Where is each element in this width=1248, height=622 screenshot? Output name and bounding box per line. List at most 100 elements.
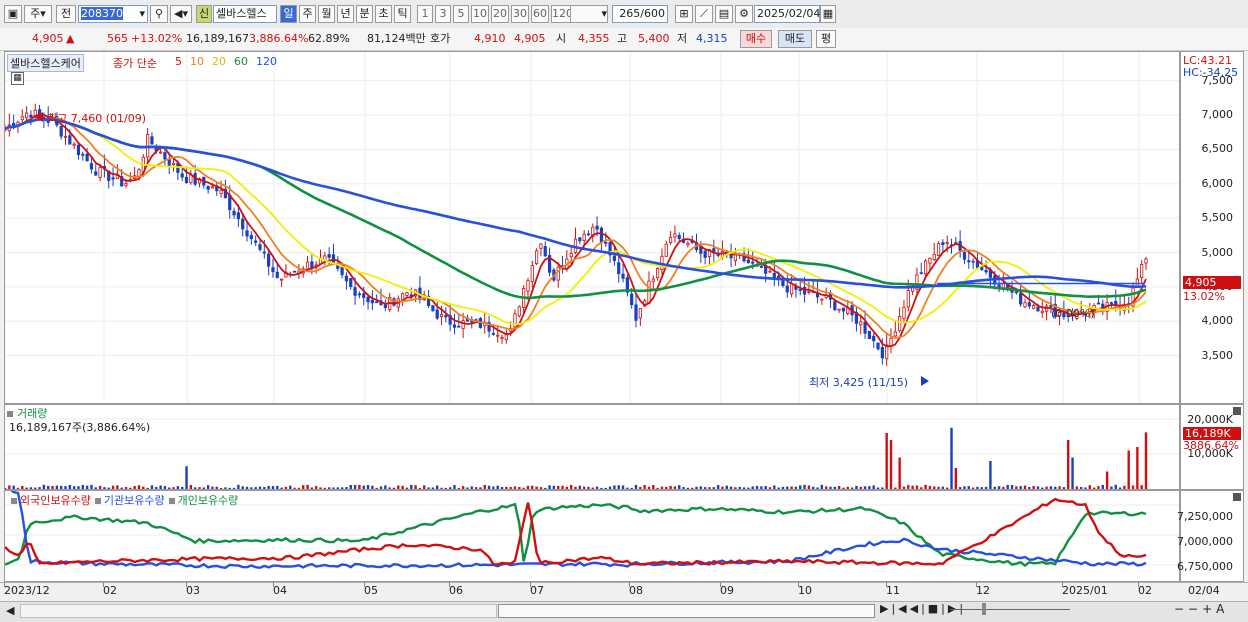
candle-body [686,243,690,246]
sell-button[interactable]: 매도 [778,30,812,48]
volume-y-axis: 20,000K 10,000K 16,189K 3886.64% [1180,404,1244,490]
volume-bar [276,485,279,489]
draw-tool-icon[interactable]: ⟋ [695,5,713,23]
zoom-controls[interactable]: −−+A [1174,602,1228,616]
x-axis-label-1: 02 [103,584,117,597]
candle-body [677,235,681,240]
volume-bar [479,487,482,489]
compare-icon[interactable]: ⊞ [675,5,693,23]
candle-body [76,144,81,156]
volume-bar [1023,485,1027,489]
interval-button-60[interactable]: 60 [531,5,549,23]
candle-body [167,158,171,166]
date-field[interactable]: 2025/02/04 [754,5,820,23]
candle-body [634,304,638,321]
period-tab-6[interactable]: 틱 [394,5,411,23]
candle-body [89,163,94,170]
candle-body [267,253,271,267]
volume-bar [418,487,422,489]
count-field[interactable]: 265/600 [612,5,668,23]
scroll-left-icon[interactable]: ◀ [6,604,14,617]
candle-body [859,321,863,326]
window-menu-icon[interactable]: ▣ [4,5,22,23]
holding-tick-7000000: 7,000,000 [1177,535,1233,548]
holding-y-axis: 7,250,000 7,000,000 6,750,000 [1177,490,1244,582]
candle-body [785,285,789,293]
volume-bar [306,484,309,489]
volume-bar [1140,485,1143,489]
market-select[interactable]: 주▾ [24,5,52,23]
interval-button-5[interactable]: 5 [453,5,469,23]
candle-body [245,230,249,237]
calendar-icon[interactable]: ▦ [820,5,836,23]
volume-bar [755,485,759,489]
interval-button-30[interactable]: 30 [511,5,529,23]
gear-icon[interactable]: ⚙ [735,5,753,23]
stock-code-input[interactable]: 208370 ▾ [78,5,148,23]
volume-bar [150,485,154,489]
buy-button[interactable]: 매수 [740,30,772,48]
period-tab-3[interactable]: 년 [337,5,354,23]
eval-button[interactable]: 평 [816,30,836,48]
grid-icon[interactable]: ▦ [11,72,24,85]
chevron-down-icon[interactable]: ▾ [139,6,145,22]
period-tab-5[interactable]: 초 [375,5,392,23]
volume-bar [16,487,20,489]
zoom-slider-thumb[interactable] [982,603,986,615]
candle-body [936,243,941,256]
volume-bar [206,485,210,489]
volume-bar [984,486,988,489]
save-icon[interactable]: ▤ [715,5,733,23]
candle-body [241,218,245,230]
interval-button-1[interactable]: 1 [417,5,433,23]
candle-body [789,283,794,295]
candle-body [271,267,275,273]
period-tab-2[interactable]: 월 [318,5,335,23]
candle-body [638,308,642,319]
period-tab-1[interactable]: 주 [299,5,316,23]
period-tab-0[interactable]: 일 [280,5,297,23]
volume-chart-pane[interactable]: 거래량 16,189,167주(3,886.64%) [4,404,1180,490]
candle-body [461,320,465,329]
hline-label: (0.00%) [1051,307,1095,320]
holding-chart-pane[interactable]: 외국인보유수량 기관보유수량 개인보유수량 [4,490,1180,582]
interval-custom-select[interactable]: ▾ [570,5,608,23]
x-axis-label-8: 09 [720,584,734,597]
volume-bar [1049,486,1053,489]
interval-button-3[interactable]: 3 [435,5,451,23]
search-icon[interactable]: ⚲ [150,5,168,23]
candle-body [457,325,461,328]
volume-bar [362,485,365,489]
pane-close-icon[interactable] [1233,407,1241,415]
stock-title-tag[interactable]: 셀바스헬스케어 [7,54,84,72]
volume-bar [81,485,84,489]
volume-bar [980,487,983,489]
scroll-track-left[interactable] [20,604,497,618]
price-tick-7500: 7,500 [1201,73,1234,87]
candle-body [1036,306,1040,312]
volume-bar [457,487,461,489]
volume-bar [578,485,582,489]
interval-button-10[interactable]: 10 [471,5,489,23]
zoom-slider-track[interactable] [950,609,1070,610]
period-tab-4[interactable]: 분 [356,5,373,23]
candle-body [280,278,284,281]
volume-bar [509,487,512,489]
candle-body [435,309,439,319]
low-value: 4,315 [696,32,728,45]
price-chart-pane[interactable]: 셀바스헬스케어 종가 단순 5 10 20 60 120 ▦ 최고 7,460 (01/… [4,51,1180,404]
volume-bar [889,440,893,489]
volume-bar [790,486,793,489]
volume-bar [902,486,906,489]
prev-button[interactable]: 전 [56,5,76,23]
speaker-icon[interactable]: ◀▾ [170,5,192,23]
candle-body [928,257,932,264]
interval-button-20[interactable]: 20 [491,5,509,23]
scroll-thumb[interactable] [498,604,875,618]
volume-bar [124,487,128,489]
pane-close-icon[interactable] [1233,493,1241,501]
stock-name-field[interactable]: 셀바스헬스 [213,5,277,23]
candle-body [72,143,76,146]
candle-body [158,151,163,154]
candle-body [1014,291,1018,294]
